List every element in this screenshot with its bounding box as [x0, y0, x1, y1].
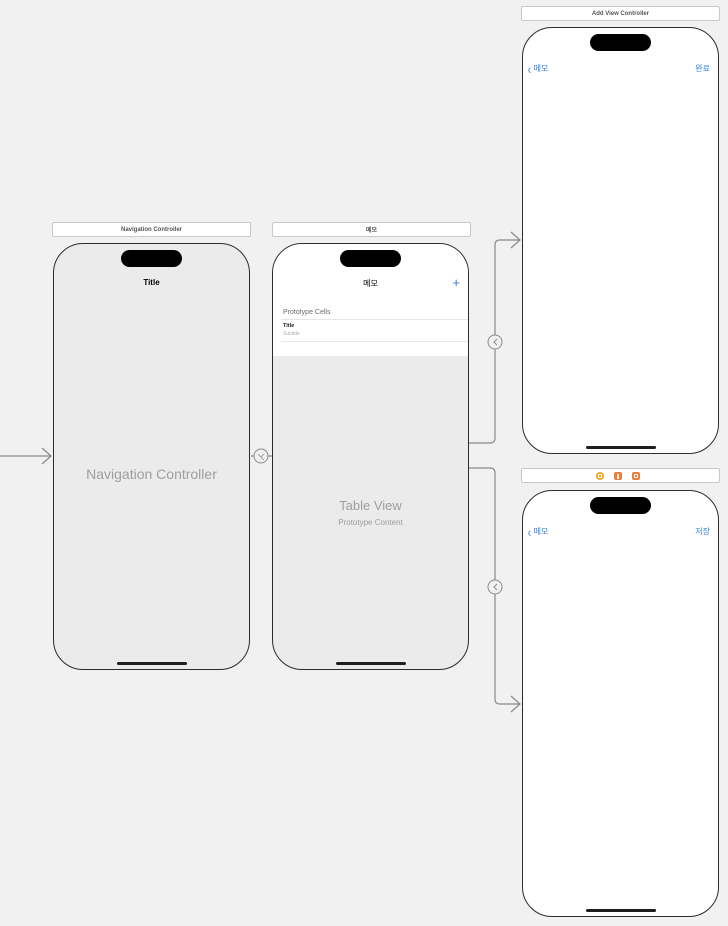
home-indicator — [585, 446, 656, 449]
entry-point-arrow[interactable] — [0, 447, 52, 465]
exit-icon[interactable] — [632, 472, 640, 480]
memo-table-scene[interactable]: 메모 + Prototype Cells Title Subtitle Tabl… — [272, 243, 469, 670]
dynamic-island — [121, 250, 182, 267]
home-indicator — [116, 662, 187, 665]
detail-view-controller-scene[interactable]: ‹ 메모 저장 — [522, 490, 719, 917]
navigation-controller-scene-header[interactable]: Navigation Controller — [52, 222, 251, 237]
dynamic-island — [590, 34, 651, 51]
table-view-label: Table View — [339, 498, 402, 513]
back-button[interactable]: ‹ 메모 — [527, 60, 549, 77]
dynamic-island — [590, 497, 651, 514]
divider — [281, 341, 468, 342]
back-button[interactable]: ‹ 메모 — [527, 523, 549, 540]
add-view-controller-scene-header[interactable]: Add View Controller — [521, 6, 720, 21]
home-indicator — [335, 662, 406, 665]
prototype-cells-header: Prototype Cells — [283, 309, 331, 316]
chevron-left-icon: ‹ — [527, 523, 531, 540]
root-relationship-segue[interactable] — [251, 448, 272, 464]
chevron-left-icon: ‹ — [527, 60, 531, 77]
prototype-cell-subtitle[interactable]: Subtitle — [283, 331, 300, 337]
save-button[interactable]: 저장 — [695, 526, 710, 537]
navigation-controller-scene[interactable]: Title Navigation Controller — [53, 243, 250, 670]
divider — [281, 319, 468, 320]
dynamic-island — [340, 250, 401, 267]
nav-bar-title[interactable]: Title — [54, 278, 249, 287]
back-button-label: 메모 — [533, 64, 549, 73]
show-segue-add[interactable] — [469, 231, 521, 444]
show-segue-detail[interactable] — [469, 467, 521, 713]
navigation-controller-label: Navigation Controller — [86, 466, 217, 482]
done-button[interactable]: 완료 — [695, 63, 710, 74]
nav-bar-title[interactable]: 메모 — [273, 278, 468, 289]
back-button-label: 메모 — [533, 527, 549, 536]
view-controller-icon[interactable] — [596, 472, 604, 480]
memo-scene-header[interactable]: 메모 — [272, 222, 471, 237]
prototype-content-label: Prototype Content — [338, 518, 403, 527]
scene-dock — [596, 472, 650, 480]
prototype-cell-title[interactable]: Title — [283, 323, 294, 329]
add-view-controller-scene[interactable]: ‹ 메모 완료 — [522, 27, 719, 454]
home-indicator — [585, 909, 656, 912]
first-responder-icon[interactable] — [614, 472, 622, 480]
add-plus-icon[interactable]: + — [452, 276, 460, 289]
